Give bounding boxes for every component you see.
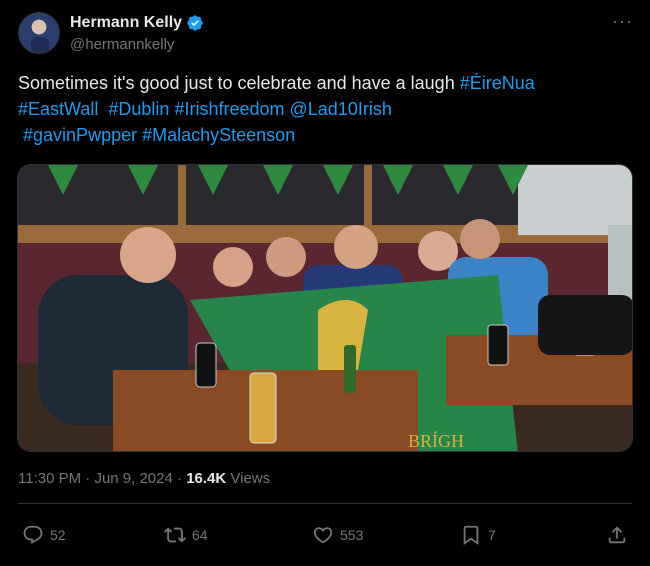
heart-icon [313,527,333,544]
reply-button[interactable]: 52 [22,522,66,548]
meta-separator: · [85,470,91,487]
bookmark-icon [463,525,479,546]
avatar[interactable] [18,12,60,54]
flag-text: BRÍGH [408,430,464,451]
views-label: Views [230,470,271,487]
tweet-text: Sometimes it's good just to celebrate an… [18,70,618,148]
meta-separator-2: · [177,470,183,487]
divider [18,503,632,504]
hashtag-gavinpwpper[interactable]: #gavinPwpper [23,125,137,145]
photo-scene: BRÍGH [18,165,632,451]
like-button[interactable]: 553 [312,522,363,548]
repost-count: 64 [192,527,208,543]
tweet-body-text: Sometimes it's good just to celebrate an… [18,73,460,93]
reply-count: 52 [50,527,66,543]
more-options-icon[interactable]: ··· [612,12,632,34]
action-bar: 52 64 553 7 [18,522,632,550]
tweet-meta: 11:30 PM · Jun 9, 2024 · 16.4K Views [18,470,270,487]
share-icon [608,526,626,544]
views-count: 16.4K [186,470,227,487]
verified-badge-icon [187,15,203,31]
bookmark-button[interactable]: 7 [460,522,496,548]
like-count: 553 [340,527,364,543]
repost-button[interactable]: 64 [164,522,208,548]
reply-icon [23,525,43,544]
hashtag-dublin[interactable]: #Dublin [108,99,169,119]
hashtag-eirenua[interactable]: #ÉireNua [460,73,535,93]
repost-icon [164,527,186,543]
tweet-time[interactable]: 11:30 PM [18,470,81,487]
hashtag-eastwall[interactable]: #EastWall [18,99,98,119]
tweet-photo[interactable]: BRÍGH [17,164,633,452]
handle[interactable]: @hermannkelly [70,36,174,53]
hashtag-malachysteenson[interactable]: #MalachySteenson [142,125,295,145]
tweet-date[interactable]: Jun 9, 2024 [94,470,172,487]
display-name[interactable]: Hermann Kelly [70,14,182,32]
name-row: Hermann Kelly [70,14,204,32]
bookmark-count: 7 [488,527,496,543]
share-button[interactable] [606,522,628,548]
tweet-header: Hermann Kelly @hermannkelly ··· [18,12,632,58]
hashtag-irishfreedom[interactable]: #Irishfreedom [174,99,284,119]
mention-lad10irish[interactable]: @Lad10Irish [290,99,392,119]
